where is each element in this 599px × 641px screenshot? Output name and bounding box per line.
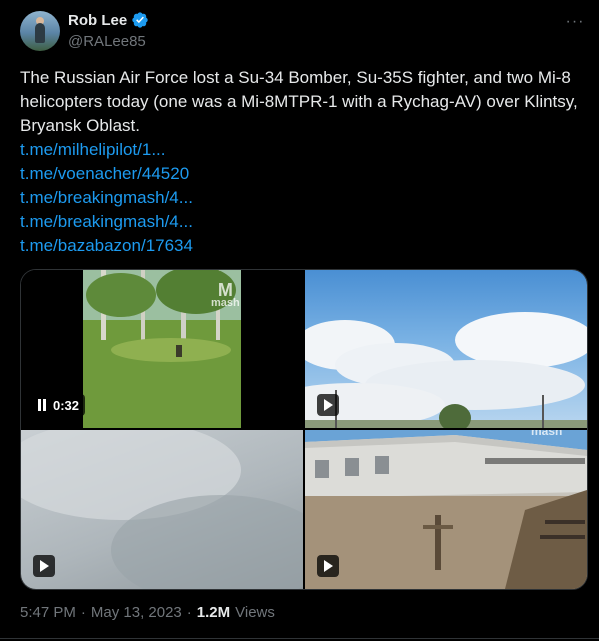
- video-3-frame: [21, 430, 303, 589]
- tweet-footer: 5:47 PM · May 13, 2023 · 1.2M Views: [20, 604, 275, 621]
- tweet-link[interactable]: t.me/breakingmash/4...: [20, 186, 193, 210]
- tweet-link[interactable]: t.me/bazabazon/17634: [20, 234, 193, 258]
- video-pause-chip[interactable]: 0:32: [31, 394, 86, 416]
- video-2-frame: [305, 312, 587, 428]
- media-video-1[interactable]: Mmash 0:32: [21, 270, 303, 428]
- play-button[interactable]: [317, 394, 339, 416]
- tweet-link[interactable]: t.me/breakingmash/4...: [20, 210, 193, 234]
- tweet-date[interactable]: May 13, 2023: [91, 604, 182, 621]
- tweet-text: The Russian Air Force lost a Su-34 Bombe…: [20, 68, 578, 135]
- media-grid: Mmash 0:32 mash: [20, 269, 588, 590]
- media-video-4[interactable]: mash: [305, 430, 587, 589]
- author-name-row: Rob Lee: [68, 11, 149, 29]
- mash-watermark: Mmash: [211, 280, 240, 309]
- verified-badge-icon: [132, 12, 148, 28]
- play-button[interactable]: [317, 555, 339, 577]
- media-video-3[interactable]: [21, 430, 303, 589]
- divider: [0, 638, 599, 639]
- play-icon: [324, 399, 333, 411]
- tweet-link[interactable]: t.me/milhelipilot/1...: [20, 138, 193, 162]
- media-video-2[interactable]: [305, 270, 587, 428]
- play-button[interactable]: [33, 555, 55, 577]
- tweet-link[interactable]: t.me/voenacher/44520: [20, 162, 193, 186]
- video-4-frame: [305, 430, 587, 589]
- avatar-figure-body: [35, 23, 45, 43]
- author-name[interactable]: Rob Lee: [68, 12, 127, 29]
- pause-icon: [38, 399, 46, 411]
- video-duration: 0:32: [53, 397, 80, 413]
- views-count: 1.2M: [196, 604, 231, 621]
- author-avatar[interactable]: [20, 11, 60, 51]
- play-icon: [324, 560, 333, 572]
- tweet-links: t.me/milhelipilot/1... t.me/voenacher/44…: [20, 138, 193, 258]
- mash-watermark-text: mash: [531, 430, 563, 438]
- separator-dot: ·: [186, 604, 192, 621]
- views-label: Views: [235, 604, 275, 621]
- more-options-icon[interactable]: ···: [565, 12, 585, 32]
- separator-dot: ·: [80, 604, 86, 621]
- author-handle[interactable]: @RALee85: [68, 33, 146, 50]
- play-icon: [40, 560, 49, 572]
- tweet-time[interactable]: 5:47 PM: [20, 604, 76, 621]
